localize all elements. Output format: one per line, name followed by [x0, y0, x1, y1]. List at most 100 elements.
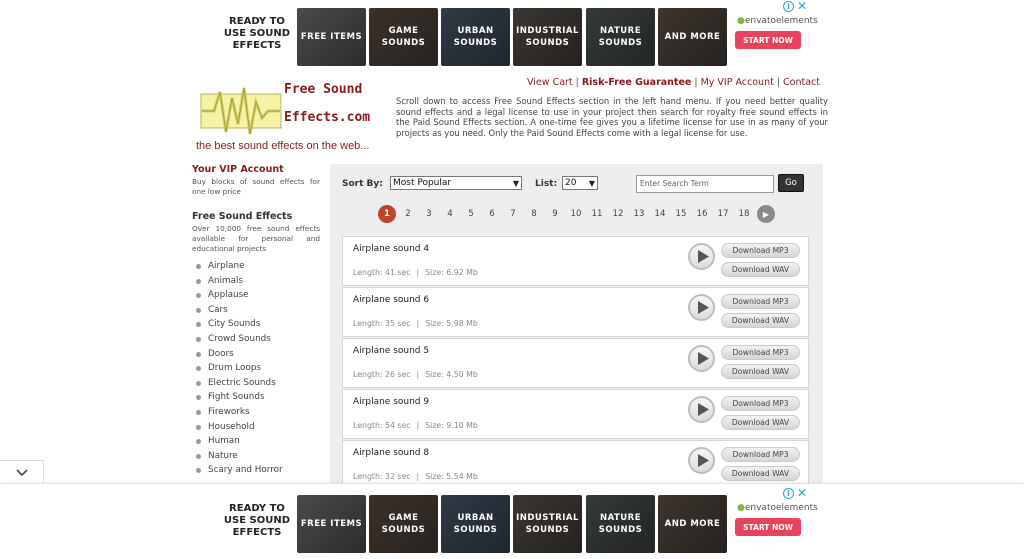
page-4[interactable]: 4 — [441, 205, 459, 223]
sidebar-item-electric-sounds[interactable]: Electric Sounds — [192, 376, 320, 391]
sidebar-item-nature[interactable]: Nature — [192, 449, 320, 464]
play-button[interactable] — [688, 396, 715, 423]
sound-title[interactable]: Airplane sound 4 — [353, 244, 429, 254]
download-mp3-button[interactable]: Download MP3 — [721, 243, 800, 258]
ad-start-now-button[interactable]: START NOW — [735, 31, 801, 49]
page-11[interactable]: 11 — [588, 205, 606, 223]
sidebar-item-label: Household — [208, 421, 255, 432]
close-icon[interactable]: ✕ — [797, 486, 807, 500]
sidebar-item-fireworks[interactable]: Fireworks — [192, 405, 320, 420]
play-button[interactable] — [688, 294, 715, 321]
sidebar-item-label: Doors — [208, 348, 234, 359]
ad-tile-industrial-sounds[interactable]: INDUSTRIAL SOUNDS — [513, 8, 582, 66]
page-12[interactable]: 12 — [609, 205, 627, 223]
list-count-select[interactable]: 20 ▼ — [562, 176, 598, 190]
nav-risk-free-guarantee[interactable]: Risk-Free Guarantee — [582, 77, 692, 88]
sound-meta: Length: 32 sec | Size: 5.54 Mb — [353, 472, 478, 481]
page-10[interactable]: 10 — [567, 205, 585, 223]
play-button[interactable] — [688, 243, 715, 270]
chevron-down-icon: ▼ — [588, 179, 595, 188]
collapse-ad-button[interactable] — [0, 460, 44, 485]
sound-size: Size: 4.50 Mb — [425, 370, 478, 379]
download-wav-button[interactable]: Download WAV — [721, 262, 800, 277]
page-9[interactable]: 9 — [546, 205, 564, 223]
bullet-icon — [196, 293, 201, 299]
sound-length: Length: 41 sec — [353, 268, 411, 277]
sidebar-item-label: Human — [208, 436, 240, 447]
download-wav-button[interactable]: Download WAV — [721, 313, 800, 328]
page-7[interactable]: 7 — [504, 205, 522, 223]
sidebar-item-airplane[interactable]: Airplane — [192, 259, 320, 274]
ad-tile-game-sounds[interactable]: GAME SOUNDS — [369, 495, 438, 553]
info-icon[interactable]: i — [783, 1, 794, 12]
page-18[interactable]: 18 — [735, 205, 753, 223]
play-button[interactable] — [688, 447, 715, 474]
download-wav-button[interactable]: Download WAV — [721, 415, 800, 430]
page-14[interactable]: 14 — [651, 205, 669, 223]
ad-tile-urban-sounds[interactable]: URBAN SOUNDS — [441, 8, 510, 66]
info-icon[interactable]: i — [783, 488, 794, 499]
sidebar-vip-title[interactable]: Your VIP Account — [192, 164, 320, 175]
sidebar-free-title[interactable]: Free Sound Effects — [192, 211, 320, 222]
sidebar: Your VIP Account Buy blocks of sound eff… — [192, 164, 320, 478]
ad-tile-game-sounds[interactable]: GAME SOUNDS — [369, 8, 438, 66]
sound-title[interactable]: Airplane sound 5 — [353, 346, 429, 356]
sidebar-item-doors[interactable]: Doors — [192, 347, 320, 362]
page-17[interactable]: 17 — [714, 205, 732, 223]
download-mp3-button[interactable]: Download MP3 — [721, 396, 800, 411]
ad-banner-bottom[interactable]: READY TO USE SOUND EFFECTS FREE ITEMS GA… — [217, 486, 818, 559]
ad-start-now-button[interactable]: START NOW — [735, 518, 801, 536]
download-wav-button[interactable]: Download WAV — [721, 466, 800, 481]
sidebar-item-drum-loops[interactable]: Drum Loops — [192, 361, 320, 376]
download-wav-button[interactable]: Download WAV — [721, 364, 800, 379]
envato-logo: ●envatoelements — [737, 16, 818, 26]
ad-tile-free-items[interactable]: FREE ITEMS — [297, 495, 366, 553]
page-1[interactable]: 1 — [378, 205, 396, 223]
sidebar-item-applause[interactable]: Applause — [192, 288, 320, 303]
sidebar-item-crowd-sounds[interactable]: Crowd Sounds — [192, 332, 320, 347]
ad-tile-nature-sounds[interactable]: NATURE SOUNDS — [586, 495, 655, 553]
sidebar-item-animals[interactable]: Animals — [192, 274, 320, 289]
sidebar-vip-description: Buy blocks of sound effects for one low … — [192, 177, 320, 196]
download-mp3-button[interactable]: Download MP3 — [721, 294, 800, 309]
ad-tile-and-more[interactable]: AND MORE — [658, 8, 727, 66]
download-mp3-button[interactable]: Download MP3 — [721, 447, 800, 462]
sidebar-item-cars[interactable]: Cars — [192, 303, 320, 318]
nav-my-vip-account[interactable]: My VIP Account — [701, 77, 774, 88]
page-8[interactable]: 8 — [525, 205, 543, 223]
table-row: Airplane sound 4 Length: 41 sec | Size: 6.… — [342, 236, 809, 286]
sidebar-item-household[interactable]: Household — [192, 420, 320, 435]
sidebar-item-label: Electric Sounds — [208, 377, 276, 388]
search-input[interactable]: Enter Search Term — [636, 175, 774, 193]
sidebar-item-fight-sounds[interactable]: Fight Sounds — [192, 390, 320, 405]
ad-tile-industrial-sounds[interactable]: INDUSTRIAL SOUNDS — [513, 495, 582, 553]
page-2[interactable]: 2 — [399, 205, 417, 223]
page-3[interactable]: 3 — [420, 205, 438, 223]
ad-tile-free-items[interactable]: FREE ITEMS — [297, 8, 366, 66]
sidebar-item-scary-and-horror[interactable]: Scary and Horror — [192, 463, 320, 478]
ad-tile-urban-sounds[interactable]: URBAN SOUNDS — [441, 495, 510, 553]
ad-tile-nature-sounds[interactable]: NATURE SOUNDS — [586, 8, 655, 66]
sidebar-item-city-sounds[interactable]: City Sounds — [192, 317, 320, 332]
sound-title[interactable]: Airplane sound 9 — [353, 397, 429, 407]
download-mp3-button[interactable]: Download MP3 — [721, 345, 800, 360]
page-6[interactable]: 6 — [483, 205, 501, 223]
page-16[interactable]: 16 — [693, 205, 711, 223]
page-15[interactable]: 15 — [672, 205, 690, 223]
nav-view-cart[interactable]: View Cart — [527, 77, 573, 88]
sort-select[interactable]: Most Popular ▼ — [390, 176, 522, 190]
go-button[interactable]: Go — [778, 174, 804, 192]
ad-banner-top[interactable]: READY TO USE SOUND EFFECTS FREE ITEMS GA… — [217, 0, 818, 72]
chevron-down-icon — [16, 469, 28, 477]
sound-title[interactable]: Airplane sound 6 — [353, 295, 429, 305]
nav-contact[interactable]: Contact — [783, 77, 820, 88]
site-logo[interactable]: Free Sound Effects.com — [200, 76, 380, 140]
page-5[interactable]: 5 — [462, 205, 480, 223]
close-icon[interactable]: ✕ — [797, 0, 807, 13]
sidebar-item-human[interactable]: Human — [192, 434, 320, 449]
play-button[interactable] — [688, 345, 715, 372]
sound-title[interactable]: Airplane sound 8 — [353, 448, 429, 458]
page-13[interactable]: 13 — [630, 205, 648, 223]
ad-tile-and-more[interactable]: AND MORE — [658, 495, 727, 553]
next-arrow-icon[interactable]: ▶ — [757, 205, 775, 223]
